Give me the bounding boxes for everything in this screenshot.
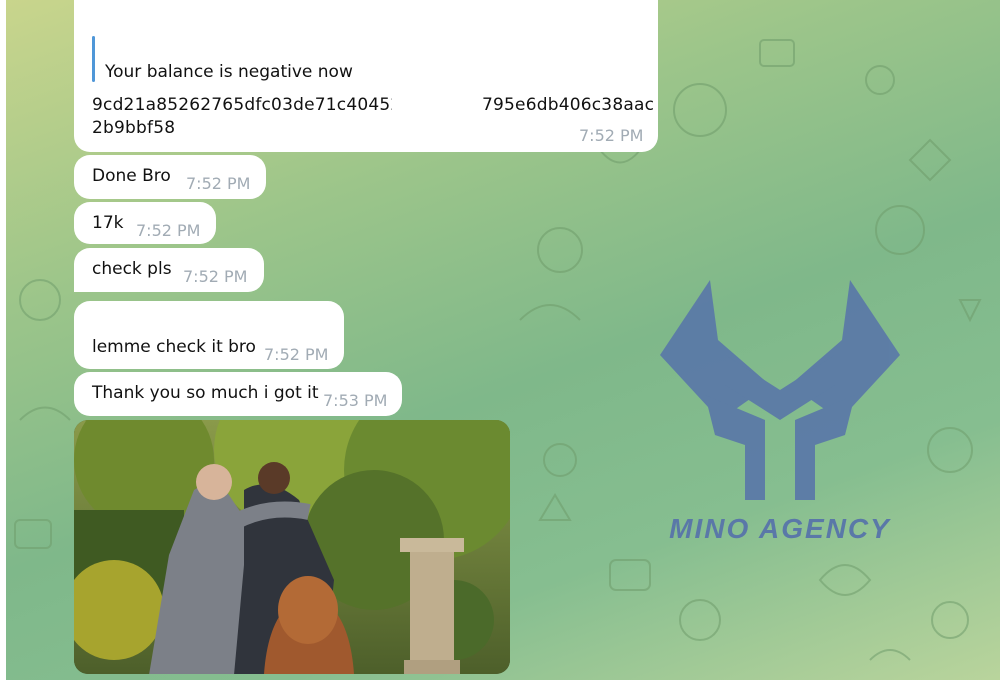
- timestamp: 7:52 PM: [186, 174, 251, 193]
- photo-content: [74, 420, 510, 674]
- timestamp: 7:52 PM: [136, 221, 201, 240]
- quoted-text: Your balance is negative now: [105, 62, 353, 82]
- hash-text-line2: 2b9bbf58: [92, 118, 176, 138]
- media-message-photo[interactable]: [74, 420, 510, 674]
- message-text: Thank you so much i got it: [92, 383, 319, 403]
- timestamp: 7:52 PM: [579, 126, 644, 145]
- message-bubble-balance[interactable]: Your balance is negative now 9cd21a85262…: [74, 0, 658, 152]
- quote-bar: [92, 36, 95, 82]
- message-text: Done Bro: [92, 166, 171, 186]
- message-bubble[interactable]: Thank you so much i got it 7:53 PM: [74, 372, 402, 416]
- message-text: lemme check it bro: [92, 337, 256, 357]
- message-text: check pls: [92, 259, 172, 279]
- brand-watermark: MINO AGENCY: [669, 513, 891, 544]
- message-bubble[interactable]: lemme check it bro 7:52 PM: [74, 301, 344, 369]
- message-text: 17k: [92, 213, 124, 233]
- hash-text-part2: 795e6db406c38aac: [482, 95, 655, 115]
- message-bubble[interactable]: check pls 7:52 PM: [74, 248, 264, 292]
- timestamp: 7:52 PM: [183, 267, 248, 286]
- message-bubble[interactable]: Done Bro 7:52 PM: [74, 155, 266, 199]
- mino-agency-logo: [660, 280, 900, 500]
- timestamp: 7:53 PM: [323, 391, 388, 410]
- timestamp: 7:52 PM: [264, 345, 329, 364]
- message-bubble[interactable]: 17k 7:52 PM: [74, 202, 216, 244]
- hash-text-part1: 9cd21a85262765dfc03de71c404522: [92, 95, 392, 115]
